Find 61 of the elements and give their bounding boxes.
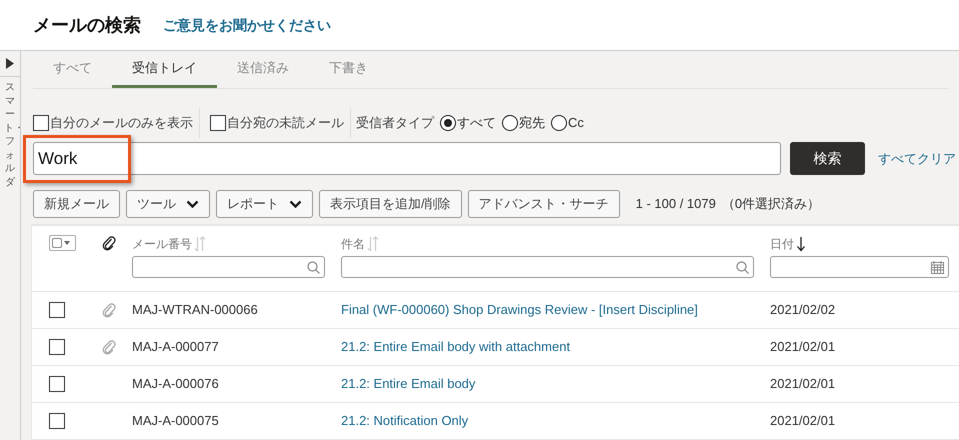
table-cell-text: 2021/02/01 [770, 412, 836, 430]
tab[interactable]: すべて [33, 50, 112, 88]
subject-link[interactable]: Final (WF-000060) Shop Drawings Review - [Insert Discipline] [341, 300, 770, 320]
column-header[interactable]: 日付 [770, 235, 794, 253]
menu-button[interactable]: ツール [126, 190, 210, 218]
menu-button[interactable]: レポート [216, 190, 313, 218]
toolbar-button[interactable]: アドバンスト・サーチ [468, 190, 620, 218]
subject-link[interactable]: 21.2: Notification Only [341, 411, 770, 431]
expand-icon[interactable] [6, 58, 14, 69]
radio-button[interactable] [440, 115, 456, 131]
select-all-dropdown[interactable] [49, 235, 76, 251]
row-checkbox[interactable] [49, 376, 65, 392]
chevron-down-icon [186, 200, 199, 208]
paperclip-icon [102, 235, 116, 251]
sort-descending-icon[interactable] [796, 236, 806, 252]
clear-all-link[interactable]: すべてクリア [878, 148, 956, 168]
checkbox[interactable] [33, 115, 49, 131]
radio-button[interactable] [502, 115, 518, 131]
radio-label: Cc [568, 114, 584, 132]
row-checkbox[interactable] [49, 413, 65, 429]
table-cell-text: 2021/02/01 [770, 375, 836, 394]
recipient-type-label: 受信者タイプ [350, 108, 434, 138]
column-header[interactable]: 件名 [341, 235, 365, 253]
row-checkbox[interactable] [49, 339, 65, 355]
checkbox-label: 自分宛の未読メール [227, 114, 344, 132]
column-filter-field[interactable] [132, 256, 325, 278]
search-field[interactable]: Work [33, 142, 781, 175]
chevron-down-icon [289, 200, 302, 208]
table-cell-text: MAJ-A-000077 [132, 338, 220, 356]
feedback-link[interactable]: ご意見をお聞かせください [163, 14, 331, 36]
column-header[interactable]: メール番号 [132, 235, 192, 253]
paperclip-icon [102, 339, 116, 355]
subject-link[interactable]: 21.2: Entire Email body with attachment [341, 337, 770, 357]
radio-button[interactable] [551, 115, 567, 131]
radio-label: 宛先 [519, 114, 545, 132]
table-cell-text: 2021/02/01 [770, 338, 836, 356]
checkbox[interactable] [210, 115, 226, 131]
table-cell-text: MAJ-WTRAN-000066 [132, 301, 259, 320]
toolbar-button[interactable]: 表示項目を追加/削除 [319, 190, 462, 218]
column-filter-field[interactable] [341, 256, 754, 278]
row-checkbox[interactable] [49, 302, 65, 318]
date-filter-field[interactable] [770, 256, 949, 278]
tab[interactable]: 下書き [309, 50, 388, 88]
result-count: 1 - 100 / 1079 [636, 195, 716, 214]
tab[interactable]: 受信トレイ [112, 50, 217, 88]
radio-label: すべて [457, 114, 496, 132]
checkbox-label: 自分のメールのみを表示 [50, 114, 193, 132]
page-title: メールの検索 [33, 14, 141, 36]
toolbar-button[interactable]: 新規メール [33, 190, 120, 218]
calendar-icon[interactable] [931, 260, 944, 274]
tab[interactable]: 送信済み [217, 50, 309, 88]
search-button[interactable]: 検索 [790, 142, 865, 175]
table-cell-text: MAJ-A-000075 [132, 412, 220, 430]
paperclip-icon [102, 302, 116, 318]
search-icon[interactable] [307, 260, 320, 274]
subject-link[interactable]: 21.2: Entire Email body [341, 374, 770, 394]
caret-icon [64, 241, 70, 245]
table-cell-text: 2021/02/02 [770, 301, 836, 320]
search-icon[interactable] [736, 260, 749, 274]
table-cell-text: MAJ-A-000076 [132, 375, 220, 394]
selection-count: （0件選択済み） [722, 195, 820, 214]
